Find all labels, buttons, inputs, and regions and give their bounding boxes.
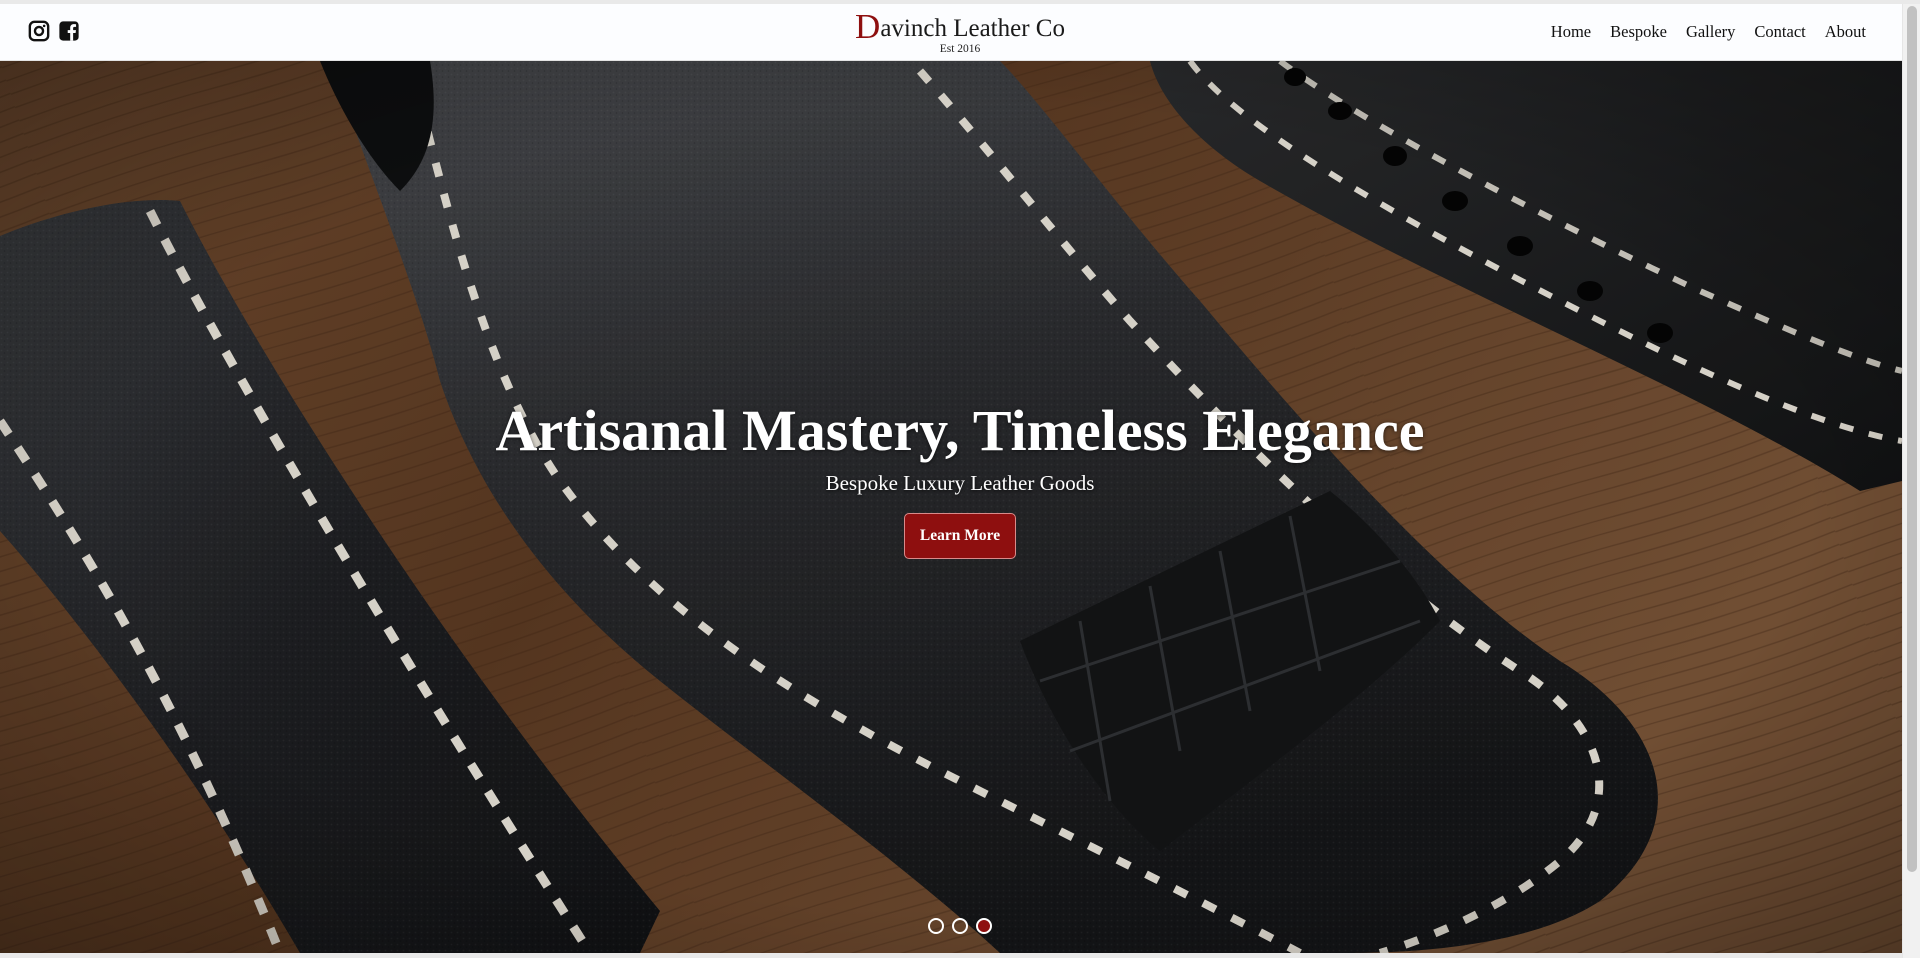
- nav-about[interactable]: About: [1825, 22, 1866, 42]
- page-scrollbar[interactable]: [1902, 4, 1920, 958]
- main-nav: Home Bespoke Gallery Contact About: [1551, 22, 1866, 42]
- brand-name: avinch Leather Co: [880, 15, 1065, 42]
- social-links: [28, 20, 80, 42]
- site-header: Davinch Leather Co Est 2016 Home Bespoke…: [0, 4, 1902, 61]
- hero-carousel: Artisanal Mastery, Timeless Elegance Bes…: [0, 61, 1902, 953]
- bottom-border: [0, 953, 1902, 958]
- carousel-dot-3[interactable]: [976, 918, 992, 934]
- hero-subheadline: Bespoke Luxury Leather Goods: [825, 471, 1095, 495]
- learn-more-button[interactable]: Learn More: [903, 513, 1017, 559]
- carousel-indicators: [0, 918, 1902, 934]
- scrollbar-thumb[interactable]: [1907, 6, 1917, 872]
- carousel-dot-2[interactable]: [952, 918, 968, 934]
- hero-headline: Artisanal Mastery, Timeless Elegance: [495, 398, 1425, 463]
- nav-gallery[interactable]: Gallery: [1686, 22, 1735, 42]
- brand-initial: D: [855, 7, 881, 46]
- carousel-dot-1[interactable]: [928, 918, 944, 934]
- brand-established: Est 2016: [939, 43, 981, 55]
- brand-logo[interactable]: Davinch Leather Co: [855, 7, 1065, 46]
- instagram-icon[interactable]: [28, 20, 50, 42]
- nav-bespoke[interactable]: Bespoke: [1610, 22, 1667, 42]
- facebook-icon[interactable]: [58, 20, 80, 42]
- hero-cta-container: Learn More: [0, 513, 1902, 559]
- hero-background-image: [0, 61, 1902, 953]
- nav-home[interactable]: Home: [1551, 22, 1591, 42]
- nav-contact[interactable]: Contact: [1754, 22, 1805, 42]
